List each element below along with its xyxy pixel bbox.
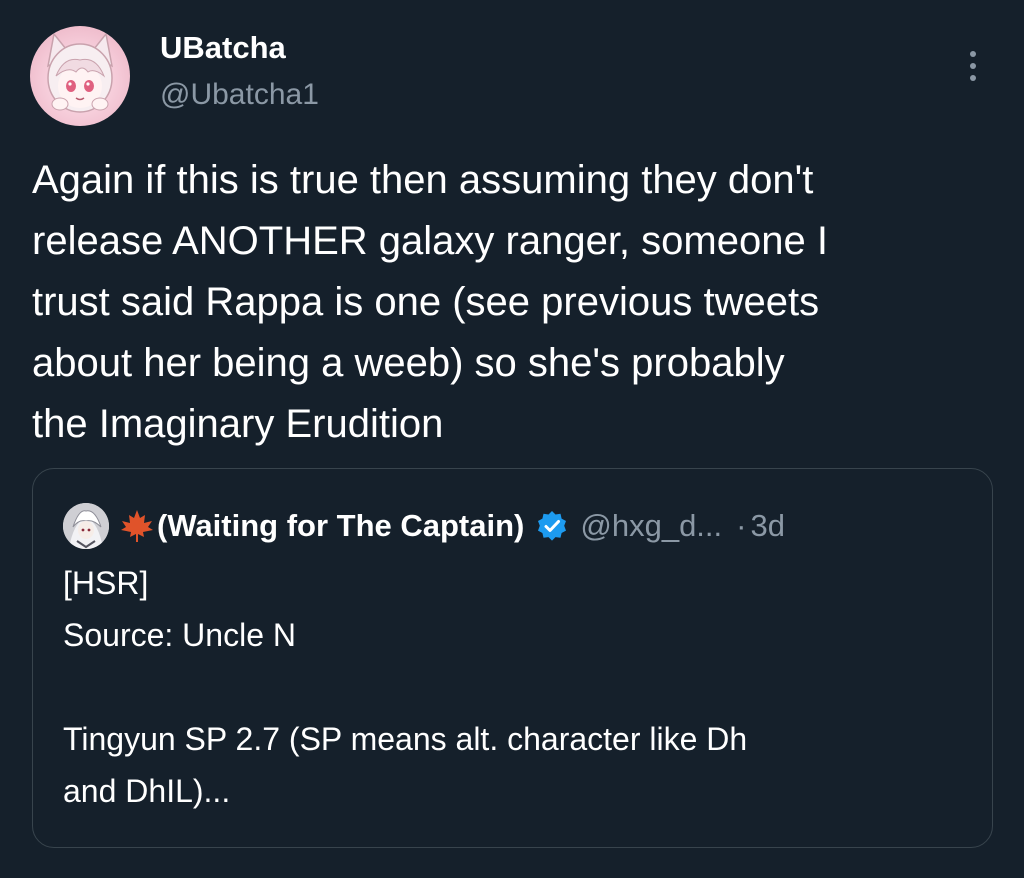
tweet-text: Again if this is true then assuming they…: [32, 158, 828, 446]
dot: [970, 75, 976, 81]
quoted-author-handle[interactable]: @hxg_d...: [580, 508, 722, 544]
anime-avatar-icon: [46, 32, 114, 113]
quoted-author-name[interactable]: (Waiting for The Captain): [157, 508, 524, 544]
verified-badge-icon: [536, 510, 568, 542]
author-display-name[interactable]: UBatcha: [160, 30, 286, 66]
quoted-author-avatar[interactable]: [63, 503, 109, 549]
dot: [970, 51, 976, 57]
dot: [970, 63, 976, 69]
tweet-card: UBatcha @Ubatcha1 Again if this is true …: [0, 0, 1024, 878]
quoted-tweet-text: [HSR] Source: Uncle N Tingyun SP 2.7 (SP…: [63, 565, 748, 809]
dot-separator: ·: [736, 508, 747, 543]
author-handle[interactable]: @Ubatcha1: [160, 78, 319, 112]
character-avatar-icon: [63, 503, 109, 549]
more-vertical-icon[interactable]: [958, 46, 988, 86]
maple-leaf-icon: [119, 508, 155, 544]
quoted-tweet-header: (Waiting for The Captain) @hxg_d... · 3d: [63, 501, 785, 551]
quoted-tweet[interactable]: (Waiting for The Captain) @hxg_d... · 3d…: [32, 468, 993, 848]
author-avatar[interactable]: [30, 26, 130, 126]
quoted-timestamp[interactable]: 3d: [750, 508, 784, 544]
